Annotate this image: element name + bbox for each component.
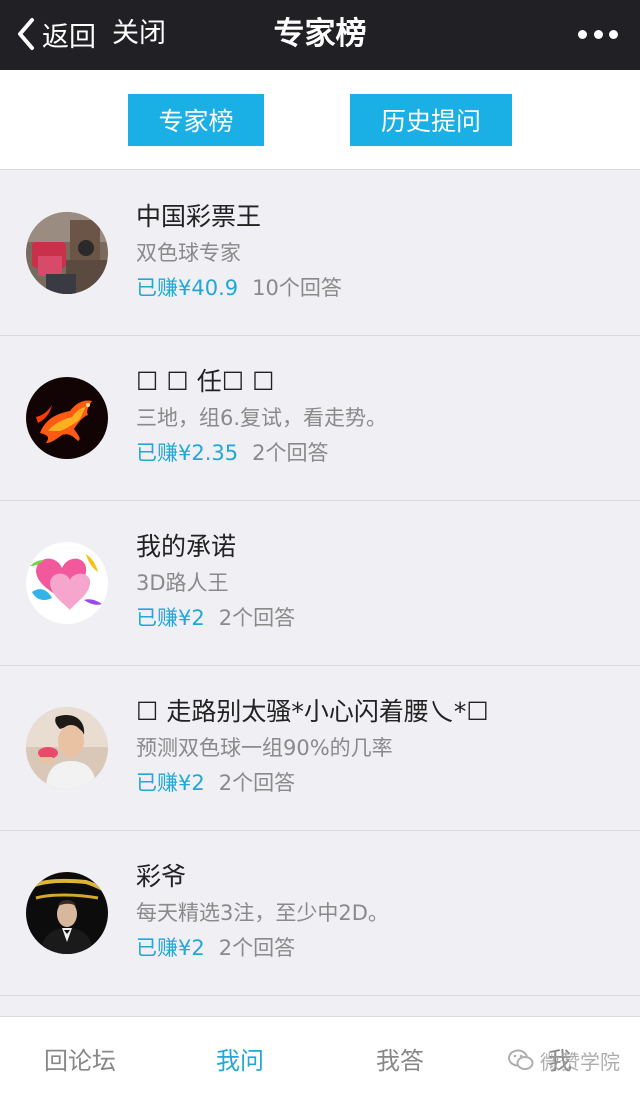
tab-bar: 专家榜 历史提问 [0,70,640,170]
more-dot-icon [593,29,603,39]
expert-stats: 已赚¥2 2个回答 [136,768,295,798]
expert-row[interactable]: ☐ 走路别太骚*小心闪着腰乀*☐ 预测双色球一组90%的几率 已赚¥2 2个回答 [0,666,640,831]
expert-description: 每天精选3注，至少中2D。 [136,901,389,925]
expert-stats: 已赚¥40.9 10个回答 [136,273,342,303]
bottom-nav-my-questions[interactable]: 我问 [160,1017,320,1098]
expert-description: 3D路人王 [136,571,229,595]
expert-row[interactable]: 彩爷 每天精选3注，至少中2D。 已赚¥2 2个回答 [0,831,640,996]
bottom-nav-forum[interactable]: 回论坛 [0,1017,160,1098]
more-menu-button[interactable] [578,22,618,46]
wechat-icon [508,1049,534,1070]
tab-history-questions[interactable]: 历史提问 [350,94,512,146]
watermark: 微赞学院 [508,1040,620,1080]
answer-count: 2个回答 [252,441,329,465]
expert-description: 预测双色球一组90%的几率 [136,736,393,760]
fire-horse-avatar [26,377,108,459]
expert-list: 中国彩票王 双色球专家 已赚¥40.9 10个回答 ☐ ☐ 任☐ ☐ 三地，组6.… [0,171,640,996]
earned-amount: 已赚¥40.9 [136,276,239,300]
expert-name: ☐ 走路别太骚*小心闪着腰乀*☐ [136,697,489,726]
earned-amount: 已赚¥2 [136,606,205,630]
expert-name: ☐ ☐ 任☐ ☐ [136,367,275,396]
expert-stats: 已赚¥2 2个回答 [136,933,295,963]
more-dot-icon [578,29,587,39]
tuxedo-avatar [26,872,108,954]
expert-description: 三地，组6.复试，看走势。 [136,406,388,430]
answer-count: 2个回答 [218,936,296,960]
navbar: 返回 关闭 专家榜 [0,0,640,70]
expert-stats: 已赚¥2.35 2个回答 [136,438,329,468]
more-dot-icon [609,29,618,39]
answer-count: 2个回答 [218,771,296,795]
expert-name: 我的承诺 [136,532,237,561]
expert-row[interactable]: 我的承诺 3D路人王 已赚¥2 2个回答 [0,501,640,666]
person-avatar [26,707,108,789]
answer-count: 2个回答 [218,606,296,630]
bottom-nav-my-answers[interactable]: 我答 [320,1017,480,1098]
heart-avatar [26,542,108,624]
expert-description: 双色球专家 [136,241,241,265]
earned-amount: 已赚¥2 [136,936,205,960]
watermark-text: 微赞学院 [540,1049,620,1074]
expert-name: 中国彩票王 [136,202,262,231]
tab-expert-ranking[interactable]: 专家榜 [128,94,264,146]
expert-name: 彩爷 [136,862,187,891]
photo-avatar [26,212,108,294]
earned-amount: 已赚¥2.35 [136,441,239,465]
expert-row[interactable]: ☐ ☐ 任☐ ☐ 三地，组6.复试，看走势。 已赚¥2.35 2个回答 [0,336,640,501]
page-title: 专家榜 [273,16,367,52]
answer-count: 10个回答 [252,276,342,300]
expert-stats: 已赚¥2 2个回答 [136,603,295,633]
earned-amount: 已赚¥2 [136,771,205,795]
expert-row[interactable]: 中国彩票王 双色球专家 已赚¥40.9 10个回答 [0,171,640,336]
